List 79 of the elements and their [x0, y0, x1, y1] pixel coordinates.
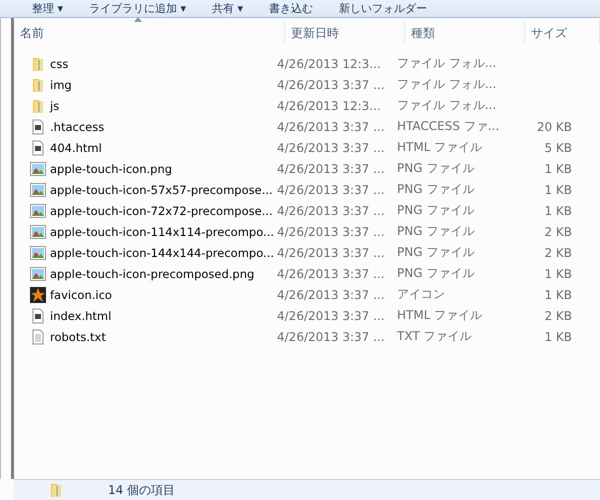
file-type: PNG ファイル: [396, 265, 476, 282]
file-size: 5 KB: [543, 140, 573, 154]
folder-icon: [30, 76, 46, 92]
modified-date: 4/26/2013 3:37 ...: [276, 78, 386, 92]
file-type: ファイル フォル...: [396, 76, 498, 93]
modified-date: 4/26/2013 12:3...: [276, 98, 382, 112]
folder-icon: [30, 56, 46, 72]
file-size: 1 KB: [543, 162, 573, 176]
toolbar-button[interactable]: 整理 ▾: [32, 1, 64, 16]
toolbar-button[interactable]: 共有 ▾: [212, 1, 244, 16]
text-file-icon: [30, 328, 46, 344]
file-name[interactable]: apple-touch-icon-144x144-precompo...: [50, 246, 274, 260]
file-name[interactable]: js: [50, 98, 60, 112]
file-type: PNG ファイル: [396, 181, 476, 198]
modified-date: 4/26/2013 3:37 ...: [276, 182, 386, 196]
modified-date: 4/26/2013 3:37 ...: [276, 308, 386, 322]
file-name[interactable]: index.html: [50, 308, 112, 322]
file-size: 20 KB: [536, 120, 573, 134]
file-name[interactable]: apple-touch-icon-57x57-precompose...: [50, 182, 273, 196]
image-icon: [30, 266, 46, 282]
file-size: 2 KB: [543, 308, 573, 322]
file-icon: [30, 308, 46, 324]
image-icon: [30, 160, 46, 176]
file-type: HTML ファイル: [396, 139, 484, 156]
toolbar-button[interactable]: 新しいフォルダー: [339, 1, 428, 16]
file-size: 1 KB: [543, 266, 573, 280]
modified-date: 4/26/2013 3:37 ...: [276, 204, 386, 218]
toolbar-button[interactable]: ライブラリに追加 ▾: [89, 1, 186, 16]
modified-date: 4/26/2013 3:37 ...: [276, 140, 386, 154]
file-name[interactable]: apple-touch-icon-114x114-precompo...: [50, 224, 274, 238]
image-icon: [30, 224, 46, 240]
column-header[interactable]: 更新日時: [285, 19, 405, 45]
file-name[interactable]: img: [50, 78, 72, 92]
column-header[interactable]: 名前: [14, 19, 285, 45]
file-name[interactable]: 404.html: [50, 140, 102, 154]
file-icon: [30, 140, 46, 156]
column-header[interactable]: 種類: [405, 19, 525, 45]
modified-date: 4/26/2013 3:37 ...: [276, 266, 386, 280]
file-name[interactable]: robots.txt: [50, 330, 106, 344]
toolbar-button[interactable]: 書き込む: [269, 1, 314, 16]
file-icon: [30, 118, 46, 134]
file-type: ファイル フォル...: [396, 97, 498, 114]
column-header[interactable]: サイズ: [525, 19, 600, 45]
file-name[interactable]: .htaccess: [50, 120, 104, 134]
modified-date: 4/26/2013 3:37 ...: [276, 224, 386, 238]
folder-icon: [30, 98, 46, 114]
file-type: PNG ファイル: [396, 244, 476, 261]
modified-date: 4/26/2013 3:37 ...: [276, 288, 386, 302]
file-name[interactable]: css: [50, 56, 68, 70]
image-icon: [30, 202, 46, 218]
file-type: HTML ファイル: [396, 307, 484, 324]
file-name[interactable]: favicon.ico: [50, 288, 112, 302]
file-name[interactable]: apple-touch-icon-72x72-precompose...: [50, 204, 273, 218]
file-size: 1 KB: [543, 288, 573, 302]
modified-date: 4/26/2013 3:37 ...: [276, 120, 386, 134]
modified-date: 4/26/2013 12:3...: [276, 56, 382, 70]
file-type: TXT ファイル: [396, 328, 472, 345]
file-size: 1 KB: [543, 182, 573, 196]
file-type: PNG ファイル: [396, 223, 476, 240]
status-folder-icon: [48, 482, 64, 498]
file-name[interactable]: apple-touch-icon.png: [50, 162, 172, 176]
modified-date: 4/26/2013 3:37 ...: [276, 246, 386, 260]
sort-caret-icon: [134, 15, 142, 25]
file-size: 2 KB: [543, 246, 573, 260]
file-size: 1 KB: [543, 204, 573, 218]
file-size: 2 KB: [543, 224, 573, 238]
file-type: PNG ファイル: [396, 202, 476, 219]
image-icon: [30, 182, 46, 198]
modified-date: 4/26/2013 3:37 ...: [276, 330, 386, 344]
file-type: PNG ファイル: [396, 160, 476, 177]
star-icon: [30, 286, 46, 302]
modified-date: 4/26/2013 3:37 ...: [276, 162, 386, 176]
file-size: 1 KB: [543, 330, 573, 344]
image-icon: [30, 244, 46, 260]
file-name[interactable]: apple-touch-icon-precomposed.png: [50, 266, 254, 280]
file-type: ファイル フォル...: [396, 55, 498, 72]
file-type: アイコン: [396, 286, 446, 303]
file-type: HTACCESS ファ...: [396, 118, 500, 135]
item-count: 14 個の項目: [108, 482, 176, 498]
